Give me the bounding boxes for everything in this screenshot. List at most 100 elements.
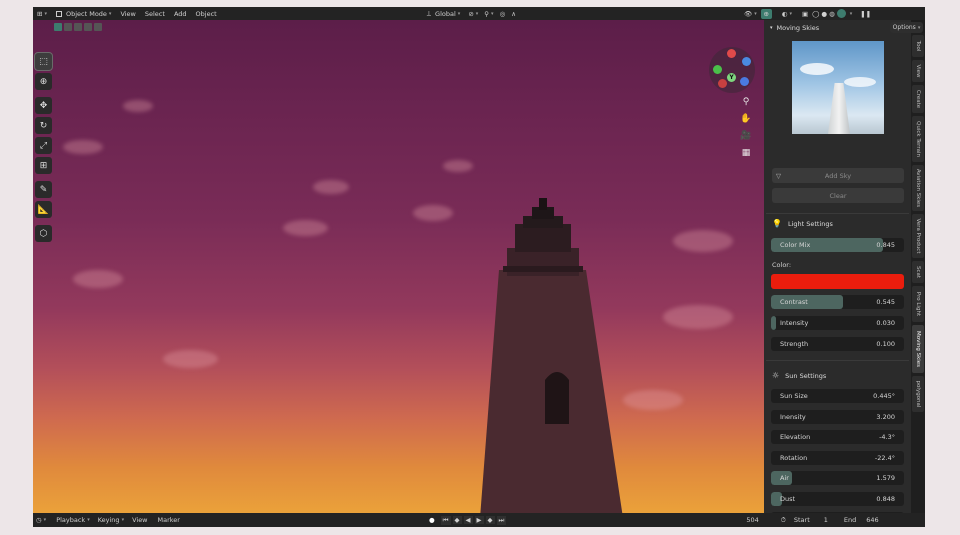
set-selection-icon[interactable] <box>54 23 62 31</box>
tab-polygonal[interactable]: polygonal <box>912 376 924 412</box>
light-settings-header[interactable]: 💡 Light Settings <box>772 219 833 228</box>
keying-menu[interactable]: Keying ▾ <box>98 516 124 524</box>
pan-hand-icon[interactable]: ✋ <box>739 112 753 126</box>
select-box-icon[interactable]: ⬚ <box>34 52 53 71</box>
menu-object[interactable]: Object <box>196 10 217 18</box>
divider <box>766 360 909 361</box>
menu-add[interactable]: Add <box>174 10 187 18</box>
add-cube-icon[interactable]: ⬡ <box>35 225 52 242</box>
play-reverse-icon[interactable]: ◀ <box>463 516 473 524</box>
gizmo-axis-y[interactable]: Y <box>727 73 736 82</box>
cursor-icon[interactable]: ⊕ <box>35 73 52 90</box>
gizmo-axis-neg-y[interactable] <box>713 65 722 74</box>
timeline-view-menu[interactable]: View <box>132 516 147 524</box>
gizmo-axis-neg-x[interactable] <box>718 79 727 88</box>
timeline-editor-icon[interactable]: ◷ ▾ <box>36 516 46 524</box>
tab-aviation-skies[interactable]: Aviation Skies <box>912 165 924 211</box>
intersect-selection-icon[interactable] <box>94 23 102 31</box>
end-value[interactable]: 646 <box>866 516 878 524</box>
move-icon[interactable]: ✥ <box>35 97 52 114</box>
intensity-fill <box>771 316 777 330</box>
tab-pro-light[interactable]: Pro Light <box>912 286 924 322</box>
gizmo-toggle-icon[interactable]: ⊕ <box>760 8 772 19</box>
menu-select[interactable]: Select <box>145 10 165 18</box>
strength-label: Strength <box>780 340 809 348</box>
filter-icon: ▽ <box>776 171 781 180</box>
tab-moving-skies[interactable]: Moving Skies <box>912 325 924 373</box>
panel-title: Moving Skies <box>776 24 820 32</box>
current-frame[interactable]: 504 <box>746 516 758 524</box>
record-icon[interactable]: ● <box>429 516 435 524</box>
pivot-icon[interactable]: ⊘ ▾ <box>468 10 478 18</box>
rotation-field[interactable]: Rotation -22.4° <box>771 451 904 465</box>
play-icon[interactable]: ▶ <box>474 516 484 524</box>
sun-size-field[interactable]: Sun Size 0.445° <box>771 389 904 403</box>
gizmo-axis-x[interactable] <box>742 57 751 66</box>
dust-slider[interactable]: Dust 0.848 <box>771 492 904 506</box>
tab-create[interactable]: Create <box>912 85 924 113</box>
rotate-icon[interactable]: ↻ <box>35 117 52 134</box>
overlay-icon[interactable]: ◐ ▾ <box>782 10 792 18</box>
tab-view[interactable]: View <box>912 60 924 82</box>
transform-icon[interactable]: ⊞ <box>35 157 52 174</box>
jump-keyframe-forward-icon[interactable]: ◆ <box>485 516 495 524</box>
air-slider[interactable]: Air 1.579 <box>771 471 904 485</box>
color-mix-value: 0.845 <box>876 241 895 249</box>
strength-field[interactable]: Strength 0.100 <box>771 337 904 351</box>
proportional-edit-icon[interactable]: ◎ <box>500 10 506 18</box>
tab-vera-product[interactable]: Vera Product <box>912 214 924 258</box>
falloff-icon[interactable]: ∧ <box>511 10 516 18</box>
menu-view[interactable]: View <box>120 10 135 18</box>
editor-type-icon[interactable]: ⊞ ▾ <box>37 10 47 18</box>
scale-icon[interactable]: ⤢ <box>35 137 52 154</box>
contrast-slider[interactable]: Contrast 0.545 <box>771 295 904 309</box>
air-value: 1.579 <box>876 474 895 482</box>
tab-quick-terrain[interactable]: Quick Terrain <box>912 116 924 162</box>
rendered-shading-icon[interactable] <box>836 9 846 18</box>
tab-scat[interactable]: Scat <box>912 261 924 283</box>
subtract-selection-icon[interactable] <box>74 23 82 31</box>
solid-shading-icon[interactable]: ● <box>821 10 827 18</box>
snap-icon[interactable]: ⚲ ▾ <box>484 10 493 18</box>
jump-end-icon[interactable]: ⏭ <box>496 515 507 525</box>
wireframe-shading-icon[interactable]: ◯ <box>812 10 819 18</box>
gizmo-axis-neg-z[interactable] <box>740 77 749 86</box>
marker-menu[interactable]: Marker <box>158 516 180 524</box>
color-mix-slider[interactable]: Color Mix 0.845 <box>771 238 904 252</box>
tab-tool[interactable]: Tool <box>912 35 924 57</box>
options-button[interactable]: Options ▾ <box>890 22 923 33</box>
intensity-slider[interactable]: Intensity 0.030 <box>771 316 904 330</box>
measure-icon[interactable]: 📐 <box>35 201 52 218</box>
3d-viewport[interactable]: ⬚ ⊕ ✥ ↻ ⤢ ⊞ ✎ 📐 ⬡ Y ⚲ ✋ 🎥 ▦ <box>33 20 764 518</box>
panel-header[interactable]: ▾ Moving Skies <box>770 24 819 32</box>
pause-icon[interactable]: ❚❚ <box>860 10 871 18</box>
stopwatch-icon[interactable]: ⏱ <box>781 516 786 525</box>
elevation-field[interactable]: Elevation -4.3° <box>771 430 904 444</box>
playback-menu[interactable]: Playback ▾ <box>56 516 90 524</box>
zoom-icon[interactable]: ⚲ <box>739 95 753 109</box>
color-swatch[interactable] <box>771 274 904 289</box>
grid-view-icon[interactable]: ▦ <box>739 146 753 160</box>
camera-icon[interactable]: 🎥 <box>739 129 753 143</box>
jump-start-icon[interactable]: ⏮ <box>440 515 451 525</box>
shading-options-icon[interactable]: ▾ <box>848 11 853 17</box>
sun-settings-header[interactable]: ☼ Sun Settings <box>772 371 826 380</box>
xray-icon[interactable]: ▣ <box>802 10 808 18</box>
navigation-gizmo[interactable]: Y <box>709 47 755 93</box>
inensity-field[interactable]: Inensity 3.200 <box>771 410 904 424</box>
start-value[interactable]: 1 <box>824 516 828 524</box>
mode-dropdown[interactable]: Object Mode ▾ <box>55 10 111 18</box>
invert-selection-icon[interactable] <box>84 23 92 31</box>
material-shading-icon[interactable]: ◍ <box>829 10 835 18</box>
extend-selection-icon[interactable] <box>64 23 72 31</box>
orientation-dropdown[interactable]: ⟂ Global ▾ <box>427 9 461 18</box>
visibility-icon[interactable]: 👁 ▾ <box>744 10 757 18</box>
intensity-value: 0.030 <box>876 319 895 327</box>
inensity-label: Inensity <box>780 413 806 421</box>
add-sky-button[interactable]: ▽ Add Sky <box>772 168 904 183</box>
clear-button[interactable]: Clear <box>772 188 904 203</box>
gizmo-axis-z[interactable] <box>727 49 736 58</box>
jump-keyframe-back-icon[interactable]: ◆ <box>452 516 462 524</box>
annotate-icon[interactable]: ✎ <box>35 181 52 198</box>
sky-preview-image[interactable] <box>792 41 884 134</box>
